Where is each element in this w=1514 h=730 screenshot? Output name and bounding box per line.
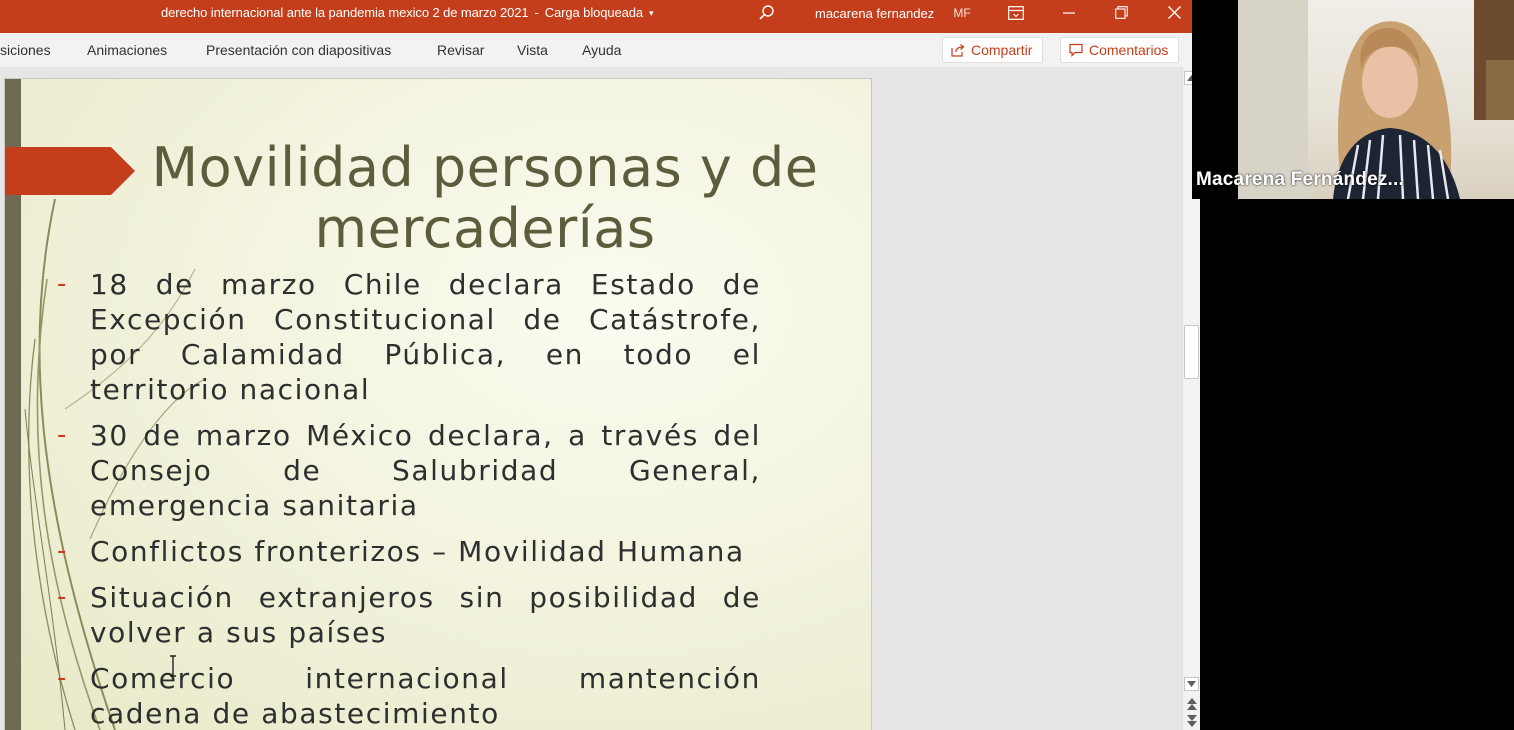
bullet-marker: - (57, 420, 67, 450)
comments-button[interactable]: Comentarios (1060, 37, 1180, 63)
bullet-marker: - (57, 269, 67, 299)
text-cursor-icon (170, 655, 176, 677)
participant-video-tile[interactable]: Macarena Fernández... (1192, 0, 1514, 199)
bullet-marker: - (57, 582, 67, 612)
comments-label: Comentarios (1089, 42, 1169, 58)
list-item: - Comercio internacional mantención caden… (57, 661, 761, 730)
upload-status: Carga bloqueada (544, 5, 644, 20)
bullet-text: 18 de marzo Chile declara Estado de Exce… (90, 268, 761, 406)
slide-title[interactable]: Movilidad personas y de mercaderías (135, 137, 835, 259)
powerpoint-window: derecho internacional ante la pandemia m… (0, 0, 1200, 730)
chevron-down-icon[interactable]: ▾ (649, 8, 654, 18)
participant-name: Macarena Fernández... (1196, 169, 1404, 190)
list-item: - Situación extranjeros sin posibilidad d… (57, 580, 761, 650)
tab-transitions[interactable]: siciones (0, 33, 51, 67)
ribbon-display-options-icon[interactable] (1004, 0, 1028, 25)
account-name[interactable]: macarena fernandez (815, 0, 934, 28)
minimize-icon[interactable] (1058, 0, 1080, 25)
scroll-down-button[interactable] (1184, 677, 1199, 691)
share-button[interactable]: Compartir (942, 37, 1044, 63)
tab-review[interactable]: Revisar (437, 33, 484, 67)
restore-icon[interactable] (1110, 0, 1132, 25)
tab-help[interactable]: Ayuda (582, 33, 621, 67)
bullet-marker: - (57, 663, 67, 693)
slide-bullet-list[interactable]: -18 de marzo Chile declara Estado de Exc… (57, 267, 761, 730)
bullet-marker: - (57, 536, 67, 566)
list-item: - Conflictos fronterizos – Movilidad Huma… (57, 534, 761, 569)
bullet-text: 30 de marzo México declara, a través del… (90, 419, 761, 522)
tab-view[interactable]: Vista (517, 33, 548, 67)
share-icon (951, 43, 965, 57)
scroll-thumb[interactable] (1184, 325, 1199, 379)
close-icon[interactable] (1163, 0, 1185, 25)
bullet-text: Comercio internacional mantención cadena… (90, 662, 761, 730)
title-arrow-shape (5, 147, 135, 195)
bullet-text: Situación extranjeros sin posibilidad de… (90, 581, 761, 649)
next-slide-icon[interactable] (1184, 714, 1199, 728)
slide[interactable]: Movilidad personas y de mercaderías -18 … (5, 79, 871, 730)
bullet-text: Conflictos fronterizos – Movilidad Human… (90, 535, 745, 568)
title-bar: derecho internacional ante la pandemia m… (0, 0, 1192, 33)
slide-title-line-1: Movilidad personas y de (151, 136, 819, 199)
previous-slide-icon[interactable] (1184, 697, 1199, 711)
tab-animations[interactable]: Animaciones (87, 33, 167, 67)
title-separator: - (534, 5, 539, 20)
document-title-area[interactable]: derecho internacional ante la pandemia m… (161, 0, 654, 25)
comment-icon (1069, 43, 1083, 57)
list-item: -30 de marzo México declara, a través de… (57, 418, 761, 523)
document-title: derecho internacional ante la pandemia m… (161, 5, 529, 20)
share-label: Compartir (971, 42, 1033, 58)
tab-slideshow[interactable]: Presentación con diapositivas (206, 33, 391, 67)
slide-editor-canvas[interactable]: Movilidad personas y de mercaderías -18 … (0, 67, 1182, 730)
list-item: -18 de marzo Chile declara Estado de Exc… (57, 267, 761, 407)
search-icon[interactable] (756, 0, 778, 25)
slide-title-line-2: mercaderías (314, 197, 656, 260)
ribbon-tabs: siciones Animaciones Presentación con di… (0, 33, 1192, 67)
avatar[interactable]: MF (948, 2, 976, 24)
